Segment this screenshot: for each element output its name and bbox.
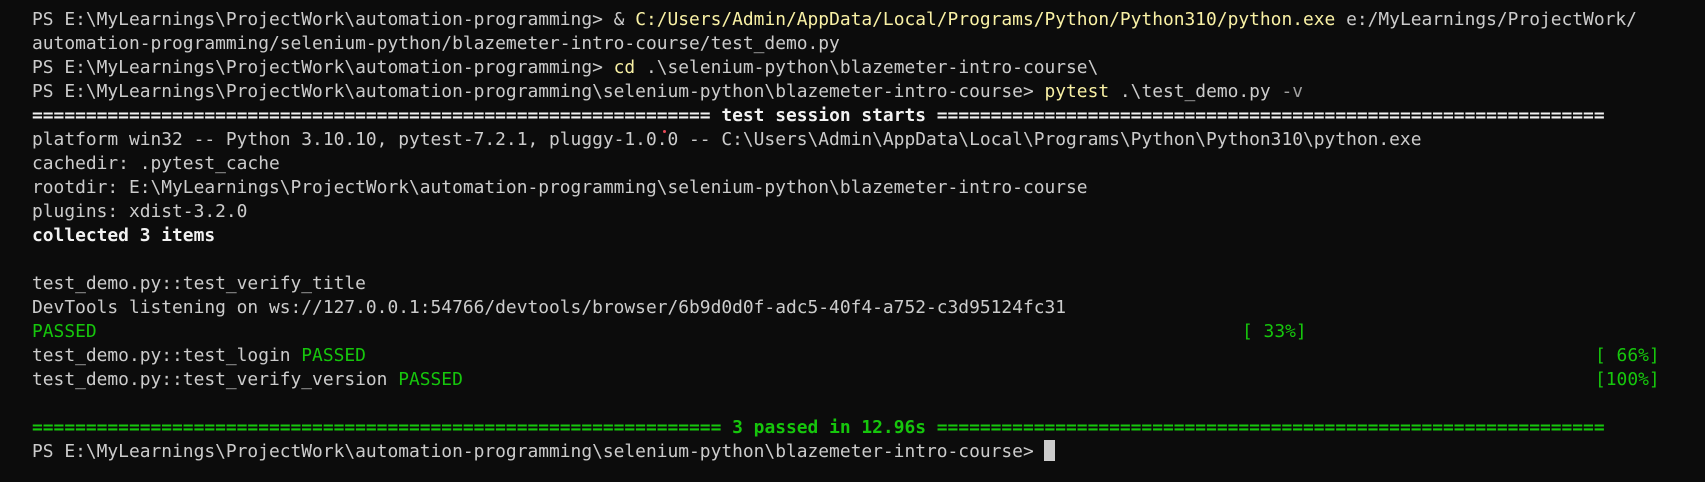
progress-percent: [100%] <box>1595 369 1660 390</box>
cachedir-info: cachedir: .pytest_cache <box>32 153 280 174</box>
devtools-message: DevTools listening on ws://127.0.0.1:547… <box>32 297 1067 318</box>
text-cursor[interactable] <box>1044 440 1056 461</box>
terminal-line[interactable]: PS E:\MyLearnings\ProjectWork\automation… <box>32 440 1705 464</box>
script-argument-continued: automation-programming/selenium-python/b… <box>32 33 840 54</box>
test-name: test_demo.py::test_login <box>32 345 302 366</box>
pytest-command: pytest <box>1044 81 1110 102</box>
summary-line: ========================================… <box>32 416 1705 440</box>
verbose-flag: -v <box>1281 81 1304 102</box>
plugins-info: plugins: xdist-3.2.0 <box>32 201 248 222</box>
platform-info: platform win32 -- Python 3.10.10, pytest… <box>32 129 1422 150</box>
test-name: test_demo.py::test_verify_title <box>32 273 366 294</box>
session-header: ========================================… <box>32 104 1705 128</box>
test-result-row: test_demo.py::test_verify_version PASSED… <box>32 368 1705 392</box>
prompt: PS E:\MyLearnings\ProjectWork\automation… <box>32 9 614 30</box>
rootdir-info: rootdir: E:\MyLearnings\ProjectWork\auto… <box>32 177 1088 198</box>
terminal-line: rootdir: E:\MyLearnings\ProjectWork\auto… <box>32 176 1705 200</box>
separator-right: ========================================… <box>926 105 1605 126</box>
terminal-line: cachedir: .pytest_cache <box>32 152 1705 176</box>
terminal-line: PS E:\MyLearnings\ProjectWork\automation… <box>32 56 1705 80</box>
passed-status: PASSED <box>398 369 463 390</box>
call-operator: & <box>613 9 636 30</box>
prompt: PS E:\MyLearnings\ProjectWork\automation… <box>32 57 614 78</box>
terminal-line: platform win32 -- Python 3.10.10, pytest… <box>32 128 1705 152</box>
terminal-line: test_demo.py::test_verify_title <box>32 272 1705 296</box>
passed-status: PASSED <box>32 321 97 342</box>
terminal-line: PS E:\MyLearnings\ProjectWork\automation… <box>32 8 1705 32</box>
terminal-line: plugins: xdist-3.2.0 <box>32 200 1705 224</box>
terminal-line: PS E:\MyLearnings\ProjectWork\automation… <box>32 80 1705 104</box>
terminal-line: automation-programming/selenium-python/b… <box>32 32 1705 56</box>
summary-text: 3 passed in 12.96s <box>732 417 927 438</box>
python-executable-path: C:/Users/Admin/AppData/Local/Programs/Py… <box>635 9 1336 30</box>
cursor-artifact <box>663 130 666 133</box>
session-title: test session starts <box>721 105 927 126</box>
pytest-argument: .\test_demo.py <box>1109 81 1282 102</box>
separator-left: ========================================… <box>32 105 722 126</box>
collected-text: collected 3 items <box>32 225 216 246</box>
test-result-row: test_demo.py::test_login PASSED [ 66%] <box>32 344 1705 368</box>
cd-argument: .\selenium-python\blazemeter-intro-cours… <box>635 57 1099 78</box>
progress-percent: [ 33%] <box>1242 321 1307 342</box>
test-result-row: PASSED [ 33%] <box>32 320 1705 344</box>
separator-left: ========================================… <box>32 417 733 438</box>
progress-percent: [ 66%] <box>1595 345 1660 366</box>
script-argument: e:/MyLearnings/ProjectWork/ <box>1335 9 1637 30</box>
terminal-window[interactable]: PS E:\MyLearnings\ProjectWork\automation… <box>0 0 1705 482</box>
collected-items: collected 3 items <box>32 224 1705 248</box>
test-name: test_demo.py::test_verify_version <box>32 369 399 390</box>
passed-status: PASSED <box>301 345 366 366</box>
cd-command: cd <box>613 57 636 78</box>
terminal-line: DevTools listening on ws://127.0.0.1:547… <box>32 296 1705 320</box>
prompt: PS E:\MyLearnings\ProjectWork\automation… <box>32 81 1045 102</box>
prompt: PS E:\MyLearnings\ProjectWork\automation… <box>32 441 1045 462</box>
separator-right: ========================================… <box>926 417 1605 438</box>
